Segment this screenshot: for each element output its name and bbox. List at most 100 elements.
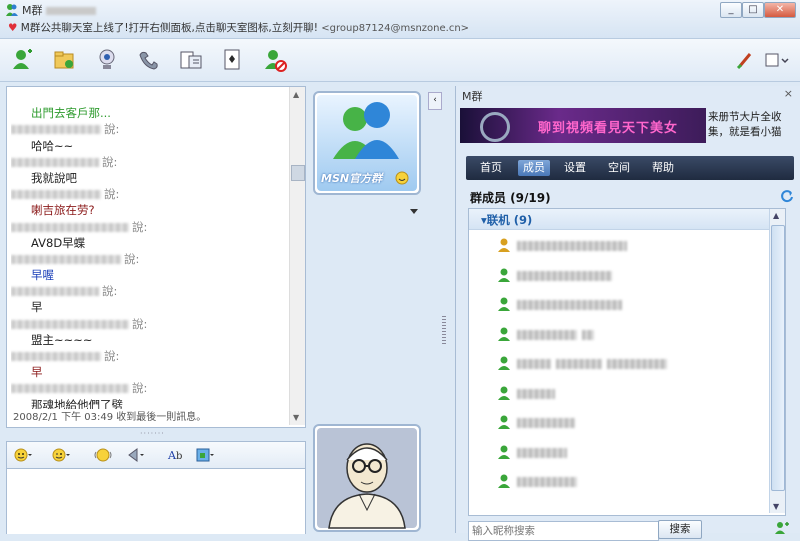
- online-buddy-icon: [498, 268, 510, 282]
- sender-suffix: 說:: [102, 154, 118, 169]
- member-row[interactable]: [497, 265, 767, 285]
- scroll-up-arrow-icon[interactable]: ▲: [293, 90, 299, 99]
- webcam-icon[interactable]: [94, 47, 120, 73]
- sender-suffix: 說:: [132, 381, 148, 396]
- refresh-icon[interactable]: [780, 189, 794, 203]
- sender-suffix: 說:: [104, 187, 120, 202]
- games-icon[interactable]: [220, 47, 246, 73]
- blurred-sender-name: [11, 384, 129, 394]
- phone-call-icon[interactable]: [136, 47, 162, 73]
- background-icon[interactable]: [195, 447, 215, 463]
- member-row[interactable]: [497, 471, 767, 491]
- close-button[interactable]: ✕: [764, 2, 796, 18]
- member-row[interactable]: [497, 383, 767, 403]
- online-buddy-icon: [498, 445, 510, 459]
- message-input[interactable]: [6, 468, 306, 534]
- sender-suffix: 說:: [132, 219, 148, 234]
- panel-nav-tabs: 首页 成员 设置 空间 帮助: [466, 156, 794, 180]
- activities-icon[interactable]: [178, 47, 204, 73]
- promo-text[interactable]: 来册节大片全收集，就是看小猫: [708, 110, 800, 140]
- show-menu-icon[interactable]: [764, 50, 790, 70]
- online-group-header[interactable]: ▾联机 (9): [469, 209, 769, 230]
- chat-scrollbar[interactable]: ▲ ▼: [289, 87, 305, 425]
- announcement-bar[interactable]: ♥ M群公共聊天室上线了!打开右侧面板,点击聊天室图标,立刻开聊! <group…: [8, 20, 469, 35]
- sender-suffix: 說:: [132, 316, 148, 331]
- blurred-sender-name: [11, 157, 99, 167]
- member-search-input[interactable]: [468, 521, 659, 541]
- conversation-history[interactable]: 出門去客戶那... 說: 哈哈~~ 說: 我就說吧 說: 喇吉旅在劳? 說: AV8D早蝶 說: 早…: [6, 86, 306, 428]
- member-row[interactable]: [497, 294, 767, 314]
- message-text: 我就說吧: [31, 170, 77, 185]
- tab-space[interactable]: 空间: [604, 160, 634, 176]
- title-bar: M群 ♥ M群公共聊天室上线了!打开右侧面板,点击聊天室图标,立刻开聊! <gr…: [0, 0, 800, 39]
- toolbar: [0, 39, 800, 82]
- customize-brush-icon[interactable]: [736, 50, 756, 70]
- group-avatar[interactable]: MSN官方群: [313, 91, 421, 195]
- blurred-member-name: [517, 476, 582, 487]
- blurred-member-name: [517, 240, 632, 251]
- scroll-down-arrow-icon[interactable]: ▼: [293, 413, 299, 422]
- nudge-icon[interactable]: [125, 447, 145, 463]
- heart-icon: ♥: [8, 22, 18, 34]
- chat-scroll-thumb[interactable]: [291, 165, 305, 181]
- member-scroll-down-icon[interactable]: ▼: [773, 502, 779, 511]
- collapse-panel-button[interactable]: ‹: [428, 92, 442, 110]
- video-ad-banner[interactable]: 聊到視頻看見天下美女: [460, 108, 706, 143]
- member-scroll-thumb[interactable]: [771, 225, 785, 491]
- my-avatar[interactable]: [313, 424, 421, 532]
- blurred-sender-name: [11, 319, 129, 329]
- sender-suffix: 說:: [102, 284, 118, 299]
- blurred-member-name: [517, 388, 560, 399]
- message-sender: 說:: [11, 154, 291, 170]
- tab-settings[interactable]: 设置: [560, 160, 590, 176]
- message-text: 早喔: [31, 268, 54, 283]
- tab-help[interactable]: 帮助: [648, 160, 678, 176]
- voice-clip-icon[interactable]: [93, 447, 113, 463]
- block-contact-icon[interactable]: [262, 47, 288, 73]
- message-text: 早: [31, 300, 43, 315]
- member-row[interactable]: [497, 353, 767, 373]
- vertical-splitter-handle[interactable]: [442, 316, 446, 346]
- member-list[interactable]: ▾联机 (9) ▲ ▼: [468, 208, 786, 516]
- avatar-menu-arrow-icon[interactable]: [410, 209, 418, 215]
- online-buddy-icon: [498, 297, 510, 311]
- invite-contact-icon[interactable]: [10, 47, 36, 73]
- maximize-button[interactable]: □: [742, 2, 764, 18]
- sender-suffix: 說:: [124, 251, 140, 266]
- blurred-group-id: [46, 7, 96, 15]
- online-buddy-icon: [498, 415, 510, 429]
- blurred-member-name: [517, 417, 580, 428]
- member-scroll-up-icon[interactable]: ▲: [773, 211, 779, 220]
- blurred-sender-name: [11, 125, 101, 135]
- emoticon-icon[interactable]: [13, 447, 33, 463]
- minimize-button[interactable]: _: [720, 2, 742, 18]
- window-title: M群: [22, 2, 96, 18]
- member-row[interactable]: [497, 324, 767, 344]
- person-with-glasses-icon: [317, 428, 417, 529]
- member-search-button[interactable]: 搜索: [658, 520, 702, 539]
- member-row[interactable]: [497, 442, 767, 462]
- online-buddy-icon: [498, 474, 510, 488]
- message-text: 哈哈~~: [31, 138, 74, 153]
- member-row[interactable]: [497, 412, 767, 432]
- panel-close-button[interactable]: ×: [784, 87, 793, 100]
- font-icon[interactable]: A b: [167, 447, 187, 463]
- message-text: 盟主~~~~: [31, 332, 93, 347]
- pane-splitter-handle[interactable]: ·······: [140, 430, 170, 438]
- tab-members[interactable]: 成员: [518, 160, 550, 176]
- wink-icon[interactable]: [51, 447, 71, 463]
- member-row[interactable]: [497, 235, 767, 255]
- last-message-status: 2008/2/1 下午 03:49 收到最後一則訊息。: [13, 412, 207, 423]
- message-text: 出門去客戶那...: [31, 106, 111, 121]
- message-list: 出門去客戶那... 說: 哈哈~~ 說: 我就說吧 說: 喇吉旅在劳? 說: AV8D早蝶 說: 早…: [11, 89, 291, 409]
- sender-suffix: 說:: [104, 122, 120, 137]
- members-count-title: 群成员 (9/19): [470, 191, 551, 205]
- tab-home[interactable]: 首页: [476, 160, 506, 176]
- send-files-icon[interactable]: [52, 47, 78, 73]
- group-label: ▾联机 (9): [481, 213, 533, 227]
- announcement-text[interactable]: M群公共聊天室上线了!打开右侧面板,点击聊天室图标,立刻开聊!: [21, 22, 318, 34]
- message-sender: 說:: [11, 251, 291, 267]
- member-scrollbar[interactable]: ▲ ▼: [769, 209, 785, 513]
- message-text: 早: [31, 365, 43, 380]
- message-text: 喇吉旅在劳?: [31, 203, 95, 218]
